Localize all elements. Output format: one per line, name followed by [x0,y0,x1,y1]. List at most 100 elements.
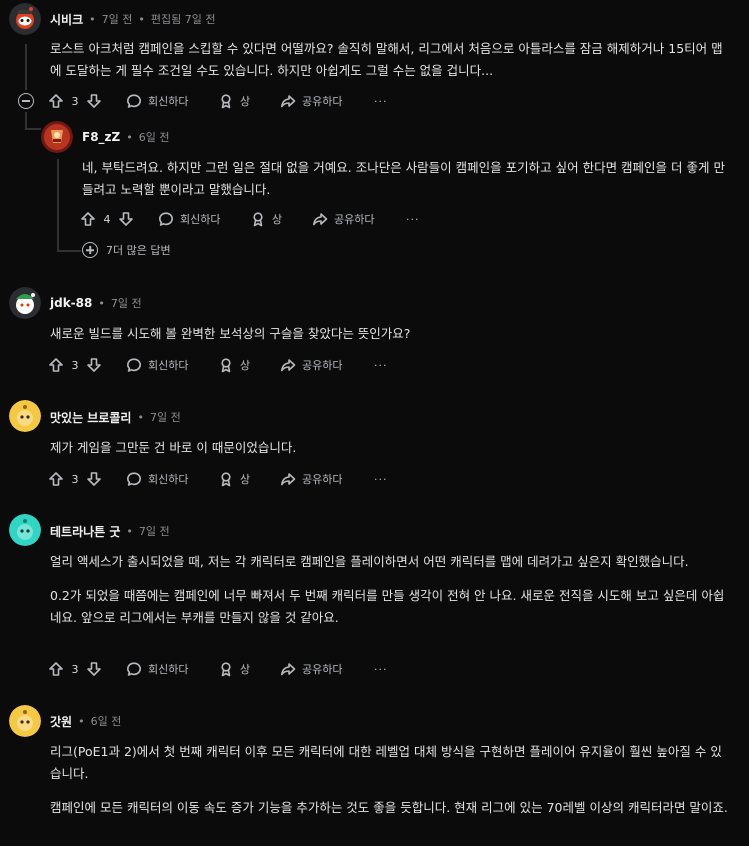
award-icon [218,357,234,373]
vote-group: 4 [80,211,146,227]
vote-count: 4 [103,212,111,226]
avatar[interactable] [9,3,41,35]
comment-actions: 3 회신하다 상 공유하다 ··· [48,89,388,113]
author-name[interactable]: F8_zZ [82,130,120,144]
share-button[interactable]: 공유하다 [280,661,374,677]
reply-icon [126,93,142,109]
author-name[interactable]: 시비크 [50,11,83,28]
avatar[interactable] [9,287,41,319]
vote-count: 3 [71,662,79,676]
upvote-icon[interactable] [80,211,96,227]
reply-icon [126,357,142,373]
more-options-button[interactable]: ··· [374,359,388,372]
award-icon [218,93,234,109]
share-icon [312,211,328,227]
thread-line [25,112,27,129]
vote-group: 3 [48,357,114,373]
comment-body: 제가 게임을 그만둔 건 바로 이 때문이었습니다. [50,440,297,455]
timestamp[interactable]: 7일 전 [150,409,181,425]
share-button[interactable]: 공유하다 [280,471,374,487]
share-button[interactable]: 공유하다 [280,93,374,109]
timestamp[interactable]: 7일 전 [111,295,142,311]
downvote-icon[interactable] [118,211,134,227]
snoo-avatar-icon [9,3,41,35]
more-options-button[interactable]: ··· [374,95,388,108]
vote-group: 3 [48,471,114,487]
snoo-avatar-icon [9,287,41,319]
author-name[interactable]: 테트라나튼 굿 [50,523,120,540]
edited-label: 편집됨 7일 전 [150,13,216,26]
comment-actions: 4 회신하다 상 공유하다 ··· [80,207,420,231]
comment-actions: 3 회신하다 상 공유하다 ··· [48,467,388,491]
author-name[interactable]: jdk-88 [50,296,92,310]
timestamp[interactable]: 6일 전 [91,713,122,729]
thread-branch [57,250,81,252]
upvote-icon[interactable] [48,93,64,109]
comment-meta: F8_zZ • 6일 전 [82,129,170,145]
more-options-button[interactable]: ··· [374,663,388,676]
downvote-icon[interactable] [86,471,102,487]
vote-group: 3 [48,93,114,109]
more-options-button[interactable]: ··· [406,213,420,226]
award-button[interactable]: 상 [218,357,280,373]
reply-icon [126,661,142,677]
thread-branch [25,128,41,130]
comment-body: 리그(PoE1과 2)에서 첫 번째 캐릭터 이후 모든 캐릭터에 대한 레벨업… [50,744,728,815]
award-button[interactable]: 상 [218,93,280,109]
award-button[interactable]: 상 [218,661,280,677]
downvote-icon[interactable] [86,661,102,677]
share-icon [280,93,296,109]
plus-circle-icon [82,242,98,258]
award-button[interactable]: 상 [218,471,280,487]
avatar[interactable] [9,705,41,737]
thread-branch [57,235,59,251]
vote-group: 3 [48,661,114,677]
collapse-thread-button[interactable] [18,93,34,109]
more-options-button[interactable]: ··· [374,473,388,486]
share-button[interactable]: 공유하다 [280,357,374,373]
default-avatar-icon [9,400,41,432]
downvote-icon[interactable] [86,357,102,373]
timestamp[interactable]: 7일 전 [102,11,133,27]
reply-icon [126,471,142,487]
award-icon [218,661,234,677]
vote-count: 3 [71,94,79,108]
avatar[interactable] [9,514,41,546]
comment-actions: 3 회신하다 상 공유하다 ··· [48,353,388,377]
comment-body: 로스트 아크처럼 캠페인을 스킵할 수 있다면 어떨까요? 솔직히 말해서, 리… [50,41,723,78]
avatar[interactable] [9,400,41,432]
author-name[interactable]: 갓원 [50,713,72,730]
comment-meta: 테트라나튼 굿 • 7일 전 [50,523,170,540]
share-icon [280,357,296,373]
avatar[interactable] [41,121,73,153]
comment-body: 얼리 액세스가 출시되었을 때, 저는 각 캐릭터로 캠페인을 플레이하면서 어… [50,554,725,625]
more-replies-button[interactable]: 7더 많은 답변 [82,242,171,258]
reply-button[interactable]: 회신하다 [126,357,218,373]
vote-count: 3 [71,472,79,486]
thread-line [25,44,27,90]
comment-meta: 맛있는 브로콜리 • 7일 전 [50,409,181,426]
default-avatar-icon [9,514,41,546]
upvote-icon[interactable] [48,471,64,487]
award-button[interactable]: 상 [250,211,312,227]
author-name[interactable]: 맛있는 브로콜리 [50,409,131,426]
timestamp[interactable]: 7일 전 [139,523,170,539]
custom-avatar-icon [41,121,73,153]
comment-meta: 갓원 • 6일 전 [50,713,122,730]
award-icon [218,471,234,487]
reply-button[interactable]: 회신하다 [126,93,218,109]
downvote-icon[interactable] [86,93,102,109]
upvote-icon[interactable] [48,661,64,677]
share-button[interactable]: 공유하다 [312,211,406,227]
comment-meta: 시비크 • 7일 전 • 편집됨 7일 전 [50,11,216,28]
reply-button[interactable]: 회신하다 [126,471,218,487]
timestamp[interactable]: 6일 전 [139,129,170,145]
comment-actions: 3 회신하다 상 공유하다 ··· [48,657,388,681]
share-icon [280,471,296,487]
comment-body: 새로운 빌드를 시도해 볼 완벽한 보석상의 구슬을 찾았다는 뜻인가요? [50,326,411,341]
comment-meta: jdk-88 • 7일 전 [50,295,142,311]
default-avatar-icon [9,705,41,737]
reply-button[interactable]: 회신하다 [158,211,250,227]
upvote-icon[interactable] [48,357,64,373]
reply-button[interactable]: 회신하다 [126,661,218,677]
